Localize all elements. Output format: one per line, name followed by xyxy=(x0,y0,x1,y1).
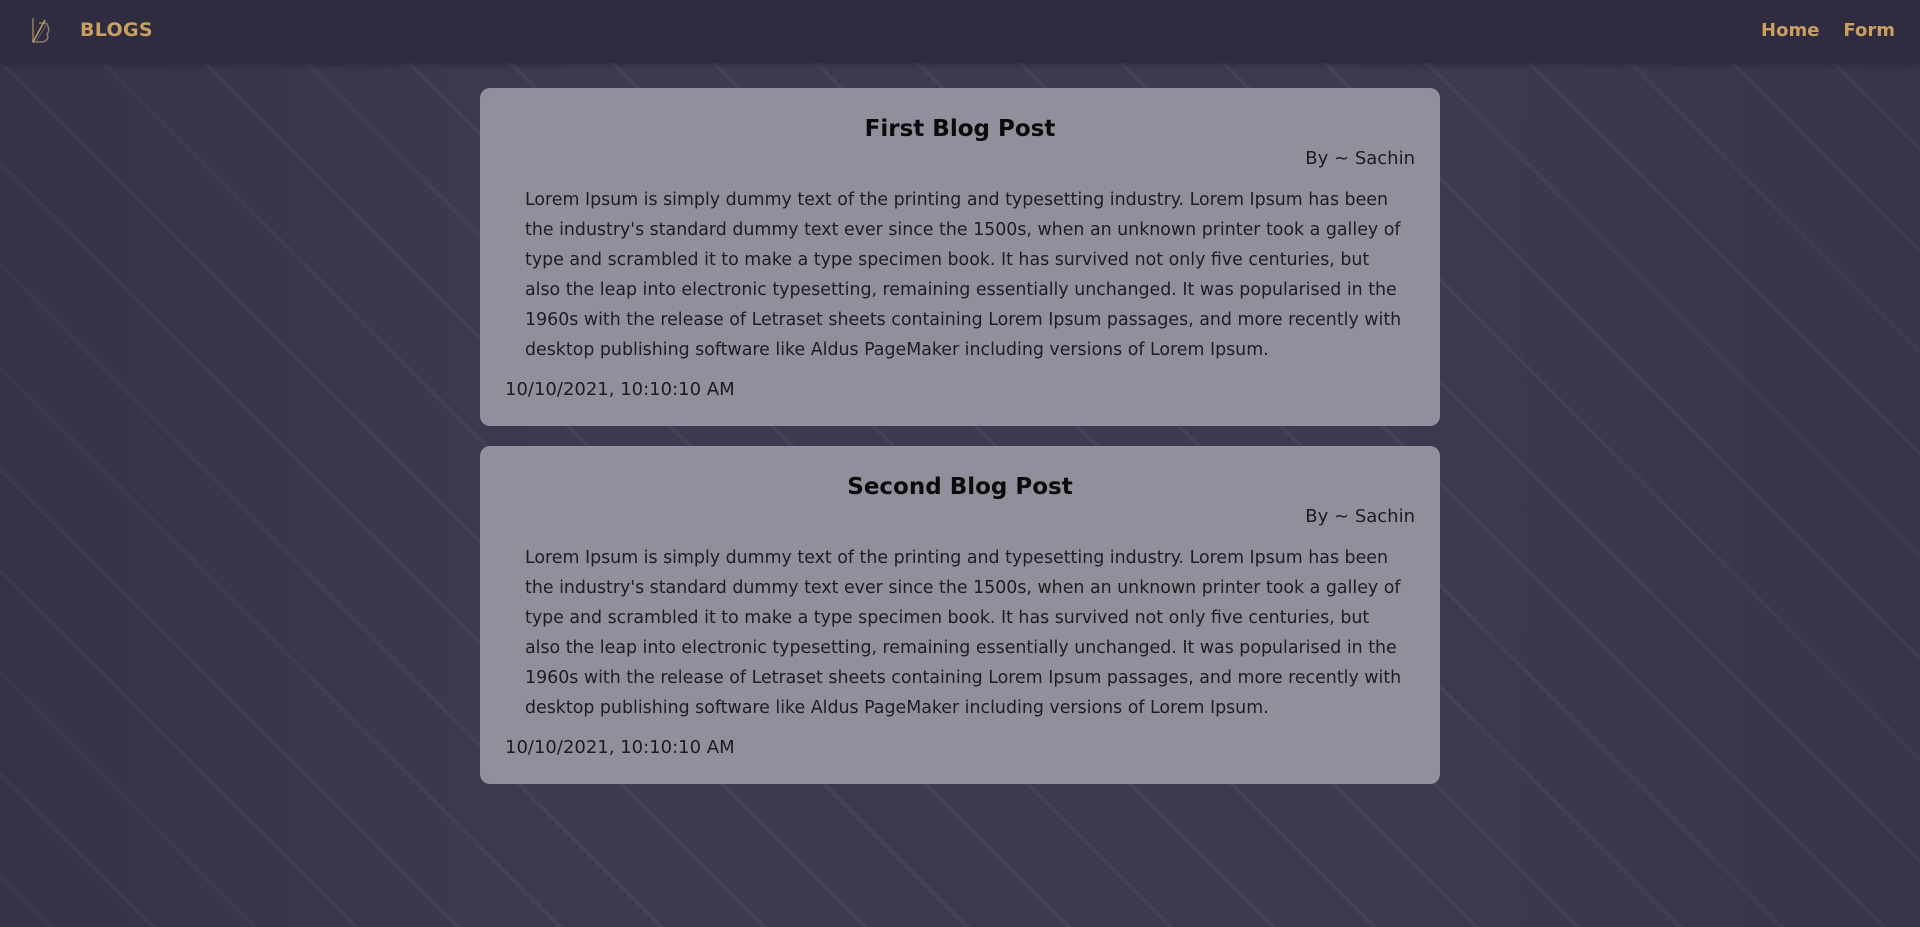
top-navbar: BLOGS Home Form xyxy=(0,0,1920,63)
blog-post-list: First Blog Post By ~ Sachin Lorem Ipsum … xyxy=(480,88,1440,804)
post-body: Lorem Ipsum is simply dummy text of the … xyxy=(525,548,1402,718)
post-author: By ~ Sachin xyxy=(1305,506,1415,527)
blog-post-card: First Blog Post By ~ Sachin Lorem Ipsum … xyxy=(480,88,1440,426)
nav-links: Home Form xyxy=(1761,20,1895,41)
brand-name: BLOGS xyxy=(80,19,153,41)
post-title: First Blog Post xyxy=(864,116,1056,142)
post-author: By ~ Sachin xyxy=(1305,148,1415,169)
brand-link[interactable]: BLOGS xyxy=(30,16,153,44)
post-body: Lorem Ipsum is simply dummy text of the … xyxy=(525,190,1402,360)
blog-post-card: Second Blog Post By ~ Sachin Lorem Ipsum… xyxy=(480,446,1440,784)
post-date: 10/10/2021, 10:10:10 AM xyxy=(505,379,735,400)
nav-link-form[interactable]: Form xyxy=(1843,20,1895,41)
post-date: 10/10/2021, 10:10:10 AM xyxy=(505,737,735,758)
blog-logo-icon xyxy=(30,16,52,44)
nav-link-home[interactable]: Home xyxy=(1761,20,1819,41)
post-title: Second Blog Post xyxy=(847,474,1073,500)
